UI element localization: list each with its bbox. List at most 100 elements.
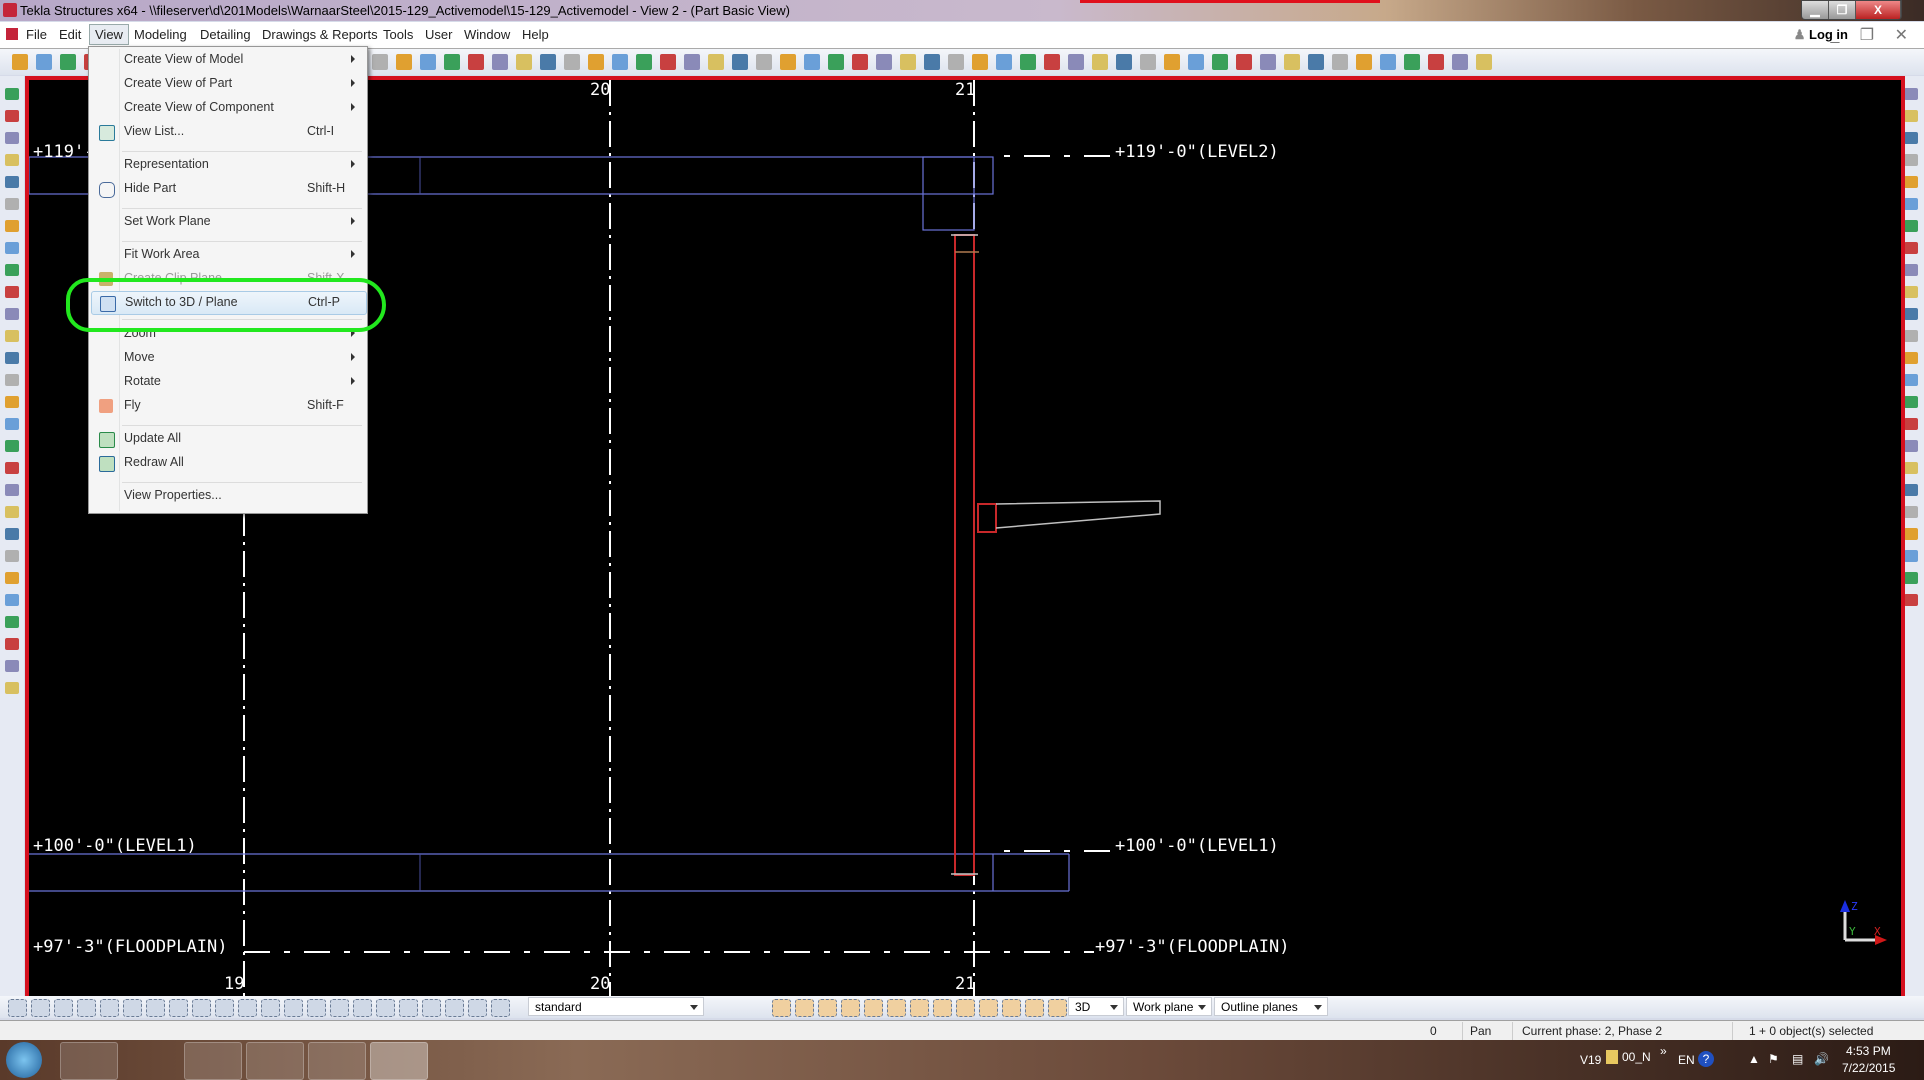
toolbar-button[interactable]	[852, 54, 868, 70]
snap-switch-button[interactable]	[933, 999, 952, 1017]
view-tool-button[interactable]	[1904, 330, 1918, 342]
toolbar-button[interactable]	[468, 54, 484, 70]
selection-switch-button[interactable]	[54, 999, 73, 1017]
toolbar-button[interactable]	[1476, 54, 1492, 70]
snap-switch-button[interactable]	[841, 999, 860, 1017]
view-mode-dropdown[interactable]: 3D	[1068, 997, 1124, 1016]
toolbar-button[interactable]	[1380, 54, 1396, 70]
modeling-tool-button[interactable]	[5, 528, 19, 540]
toolbar-button[interactable]	[1092, 54, 1108, 70]
toolbar-button[interactable]	[1452, 54, 1468, 70]
toolbar-button[interactable]	[1308, 54, 1324, 70]
action-center-flag-icon[interactable]: ⚑	[1768, 1052, 1779, 1066]
modeling-tool-button[interactable]	[5, 198, 19, 210]
toolbar-button[interactable]	[540, 54, 556, 70]
selection-switch-button[interactable]	[422, 999, 441, 1017]
selection-switch-button[interactable]	[468, 999, 487, 1017]
modeling-tool-button[interactable]	[5, 484, 19, 496]
modeling-tool-button[interactable]	[5, 110, 19, 122]
toolbar-button[interactable]	[948, 54, 964, 70]
mdi-window-controls[interactable]: _ ❐ ✕	[1830, 25, 1916, 45]
toolbar-button[interactable]	[900, 54, 916, 70]
menu-item-fly[interactable]: Fly Shift-F	[91, 395, 365, 417]
toolbar-button[interactable]	[564, 54, 580, 70]
selection-filter-dropdown[interactable]: standard	[528, 997, 704, 1016]
menu-detailing[interactable]: Detailing	[200, 27, 251, 42]
view-tool-button[interactable]	[1904, 264, 1918, 276]
toolbar-button[interactable]	[996, 54, 1012, 70]
toolbar-button[interactable]	[732, 54, 748, 70]
planes-display-dropdown[interactable]: Outline planes	[1214, 997, 1328, 1016]
snap-switch-button[interactable]	[910, 999, 929, 1017]
toolbar-button[interactable]	[396, 54, 412, 70]
selection-switch-button[interactable]	[77, 999, 96, 1017]
selection-switch-button[interactable]	[192, 999, 211, 1017]
modeling-tool-button[interactable]	[5, 616, 19, 628]
toolbar-button[interactable]	[1284, 54, 1300, 70]
selection-switch-button[interactable]	[445, 999, 464, 1017]
selection-switch-button[interactable]	[31, 999, 50, 1017]
snap-switch-button[interactable]	[1002, 999, 1021, 1017]
selection-switch-button[interactable]	[399, 999, 418, 1017]
toolbar-button[interactable]	[1404, 54, 1420, 70]
toolbar-button[interactable]	[1332, 54, 1348, 70]
menu-view[interactable]: View	[89, 24, 129, 45]
modeling-tool-button[interactable]	[5, 396, 19, 408]
view-tool-button[interactable]	[1904, 572, 1918, 584]
toolbar-button[interactable]	[876, 54, 892, 70]
menu-item-create-view-of-component[interactable]: Create View of Component	[91, 97, 365, 119]
selection-switch-button[interactable]	[376, 999, 395, 1017]
modeling-tool-button[interactable]	[5, 242, 19, 254]
view-tool-button[interactable]	[1904, 110, 1918, 122]
modeling-tool-button[interactable]	[5, 374, 19, 386]
modeling-tool-button[interactable]	[5, 572, 19, 584]
help-icon[interactable]: ?	[1698, 1051, 1714, 1067]
modeling-tool-button[interactable]	[5, 352, 19, 364]
menu-item-fit-work-area[interactable]: Fit Work Area	[91, 244, 365, 266]
menu-item-move[interactable]: Move	[91, 347, 365, 369]
modeling-tool-button[interactable]	[5, 264, 19, 276]
menu-item-set-work-plane[interactable]: Set Work Plane	[91, 211, 365, 233]
toolbar-button[interactable]	[972, 54, 988, 70]
clock-date[interactable]: 7/22/2015	[1842, 1061, 1895, 1075]
view-tool-button[interactable]	[1904, 506, 1918, 518]
selection-switch-button[interactable]	[261, 999, 280, 1017]
snap-switch-button[interactable]	[979, 999, 998, 1017]
toolbar-button[interactable]	[1236, 54, 1252, 70]
modeling-tool-button[interactable]	[5, 330, 19, 342]
modeling-tool-button[interactable]	[5, 682, 19, 694]
selection-switch-button[interactable]	[169, 999, 188, 1017]
selection-switch-button[interactable]	[330, 999, 349, 1017]
toolbar-button[interactable]	[1356, 54, 1372, 70]
view-tool-button[interactable]	[1904, 462, 1918, 474]
menu-item-representation[interactable]: Representation	[91, 154, 365, 176]
toolbar-button[interactable]	[660, 54, 676, 70]
tray-language[interactable]: EN	[1678, 1053, 1695, 1067]
menu-item-view-list[interactable]: View List... Ctrl-I	[91, 121, 365, 143]
menu-item-create-view-of-part[interactable]: Create View of Part	[91, 73, 365, 95]
view-tool-button[interactable]	[1904, 286, 1918, 298]
selection-switch-button[interactable]	[491, 999, 510, 1017]
modeling-tool-button[interactable]	[5, 440, 19, 452]
restore-button[interactable]: ❐	[1829, 1, 1856, 19]
toolbar-button[interactable]	[708, 54, 724, 70]
snap-switch-button[interactable]	[795, 999, 814, 1017]
menu-item-zoom[interactable]: Zoom	[91, 323, 365, 345]
tray-version[interactable]: V19	[1580, 1053, 1601, 1067]
view-tool-button[interactable]	[1904, 418, 1918, 430]
toolbar-button[interactable]	[1116, 54, 1132, 70]
modeling-tool-button[interactable]	[5, 132, 19, 144]
tray-folder[interactable]: 00_N	[1622, 1050, 1651, 1064]
toolbar-button[interactable]	[60, 54, 76, 70]
close-button[interactable]: X	[1856, 1, 1901, 19]
modeling-tool-button[interactable]	[5, 220, 19, 232]
menu-help[interactable]: Help	[522, 27, 549, 42]
selection-switch-button[interactable]	[123, 999, 142, 1017]
toolbar-button[interactable]	[516, 54, 532, 70]
toolbar-button[interactable]	[12, 54, 28, 70]
start-button[interactable]	[6, 1042, 42, 1078]
modeling-tool-button[interactable]	[5, 308, 19, 320]
snap-switch-button[interactable]	[887, 999, 906, 1017]
selection-switch-button[interactable]	[100, 999, 119, 1017]
taskbar-quicktime[interactable]	[60, 1042, 118, 1080]
